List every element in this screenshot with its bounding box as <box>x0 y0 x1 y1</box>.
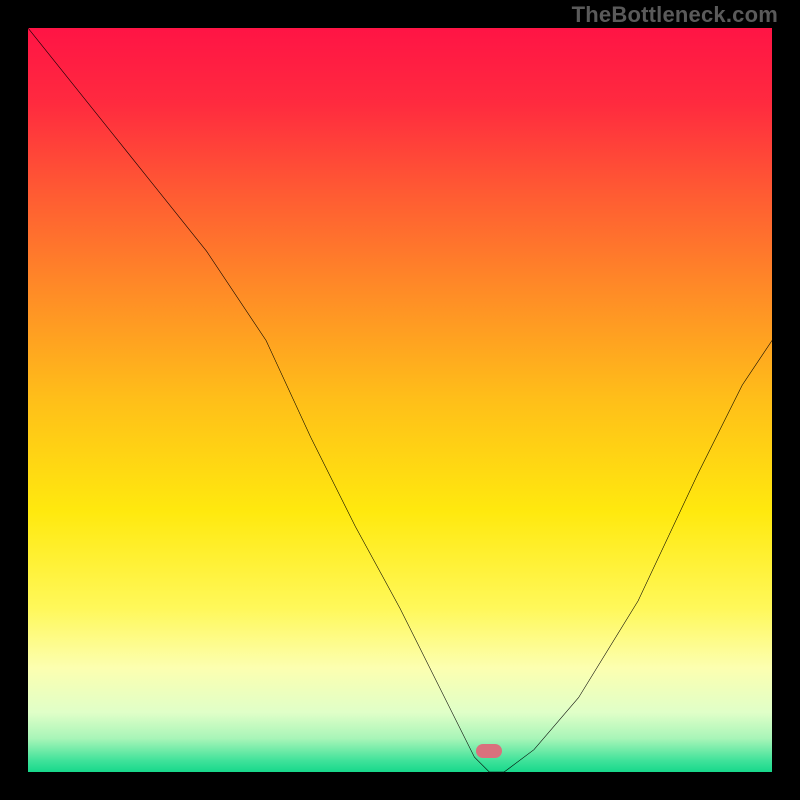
attribution-label: TheBottleneck.com <box>572 2 778 28</box>
bottleneck-curve <box>28 28 772 772</box>
curve-line <box>28 28 772 772</box>
optimum-marker <box>476 744 502 758</box>
chart-frame: TheBottleneck.com <box>0 0 800 800</box>
plot-area <box>28 28 772 772</box>
